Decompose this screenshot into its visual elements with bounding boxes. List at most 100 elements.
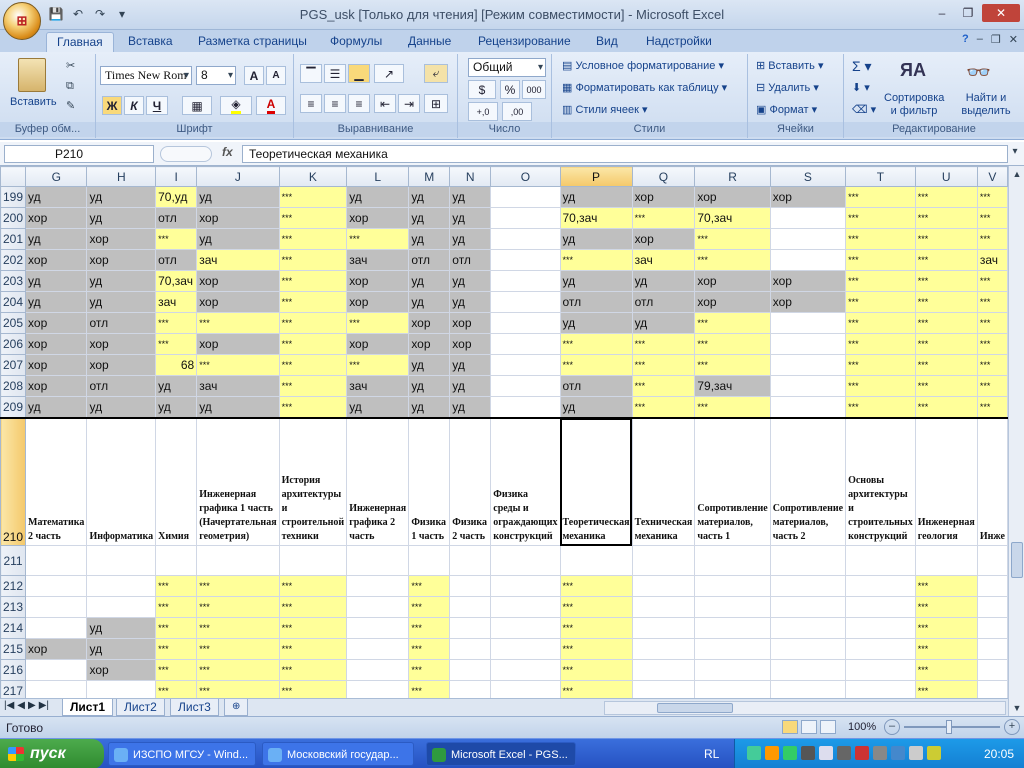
cell[interactable]: [845, 596, 916, 618]
sheet-tab-2[interactable]: Лист2: [116, 699, 165, 716]
align-top-button[interactable]: ▔: [300, 64, 322, 83]
cell[interactable]: уд: [155, 375, 198, 397]
align-right-button[interactable]: ≡: [348, 94, 370, 113]
formula-expand-handle[interactable]: [160, 146, 212, 162]
clear-button[interactable]: ⌫ ▾: [852, 102, 876, 118]
cell[interactable]: отл: [86, 375, 157, 397]
format-painter-icon[interactable]: ✎: [66, 98, 75, 114]
cell[interactable]: [631, 659, 696, 681]
cell[interactable]: ***: [845, 354, 916, 376]
bold-button[interactable]: Ж: [102, 96, 122, 115]
cell[interactable]: ***: [914, 312, 978, 334]
cell[interactable]: хор: [346, 333, 410, 355]
copy-icon[interactable]: ⧉: [66, 78, 74, 94]
column-header-l[interactable]: L: [346, 166, 410, 187]
tab-page-layout[interactable]: Разметка страницы: [188, 32, 317, 52]
cell[interactable]: хор: [346, 270, 410, 292]
tray-icon[interactable]: [747, 746, 761, 760]
cell[interactable]: 79,зач: [694, 375, 771, 397]
cell[interactable]: ***: [408, 617, 451, 639]
cell[interactable]: ***: [155, 312, 198, 334]
cell[interactable]: ***: [976, 333, 1008, 355]
cell[interactable]: [769, 638, 847, 660]
cell[interactable]: ***: [845, 186, 916, 208]
cell[interactable]: отл: [559, 375, 633, 397]
cell[interactable]: уд: [408, 396, 451, 418]
cell[interactable]: хор: [25, 354, 88, 376]
cell[interactable]: хор: [449, 312, 492, 334]
font-name-combo[interactable]: Times New Rom: [100, 66, 192, 85]
cell[interactable]: [845, 617, 916, 639]
cell[interactable]: ***: [845, 375, 916, 397]
subject-header-cell[interactable]: Сопротивление материалов, часть 1: [694, 416, 771, 546]
cell[interactable]: [694, 659, 771, 681]
cell[interactable]: уд: [408, 228, 451, 250]
cell[interactable]: [769, 545, 847, 576]
tray-icon[interactable]: [801, 746, 815, 760]
column-header-g[interactable]: G: [25, 166, 88, 187]
cell[interactable]: хор: [408, 312, 451, 334]
cell[interactable]: ***: [845, 396, 916, 418]
cell[interactable]: [490, 207, 561, 229]
cell[interactable]: хор: [769, 270, 847, 292]
cell[interactable]: ***: [196, 617, 280, 639]
cell[interactable]: [490, 270, 561, 292]
cell[interactable]: уд: [408, 186, 451, 208]
row-header[interactable]: 204: [0, 291, 27, 313]
taskbar-item-ie-1[interactable]: ИЗСПО МГСУ - Wind...: [108, 742, 256, 766]
cell[interactable]: [490, 186, 561, 208]
cell[interactable]: уд: [408, 375, 451, 397]
cell[interactable]: хор: [694, 186, 771, 208]
cell[interactable]: хор: [769, 186, 847, 208]
cell[interactable]: отл: [155, 207, 198, 229]
cell[interactable]: [490, 545, 561, 576]
cell[interactable]: уд: [631, 312, 696, 334]
formula-input[interactable]: Теоретическая механика: [242, 145, 1008, 163]
cell[interactable]: уд: [86, 270, 157, 292]
column-header-i[interactable]: I: [155, 166, 198, 187]
cell[interactable]: ***: [976, 354, 1008, 376]
cell[interactable]: ***: [408, 575, 451, 597]
last-sheet-icon[interactable]: ▶|: [39, 700, 49, 711]
number-format-combo[interactable]: Общий: [468, 58, 546, 77]
cell[interactable]: [845, 638, 916, 660]
cell[interactable]: ***: [914, 575, 978, 597]
cell[interactable]: [769, 375, 847, 397]
cell[interactable]: уд: [196, 228, 280, 250]
cell[interactable]: [976, 596, 1008, 618]
language-indicator[interactable]: RL: [704, 747, 719, 761]
horizontal-scroll-thumb[interactable]: [657, 703, 733, 713]
cell[interactable]: [976, 680, 1008, 698]
cell[interactable]: ***: [408, 680, 451, 698]
tab-data[interactable]: Данные: [398, 32, 461, 52]
row-header[interactable]: 214: [0, 617, 27, 639]
cell[interactable]: ***: [976, 291, 1008, 313]
grow-font-button[interactable]: A: [244, 66, 264, 85]
cell[interactable]: ***: [914, 291, 978, 313]
select-all-corner[interactable]: [0, 166, 27, 187]
cell[interactable]: ***: [155, 228, 198, 250]
cell[interactable]: уд: [86, 207, 157, 229]
cell[interactable]: ***: [845, 291, 916, 313]
subject-header-cell[interactable]: Физика 1 часть: [408, 416, 451, 546]
vertical-scrollbar[interactable]: ▲ ▼: [1008, 166, 1024, 716]
cell[interactable]: [631, 596, 696, 618]
cell[interactable]: ***: [559, 617, 633, 639]
first-sheet-icon[interactable]: |◀: [4, 700, 14, 711]
cell[interactable]: ***: [278, 659, 348, 681]
cell[interactable]: [490, 228, 561, 250]
cell[interactable]: [490, 617, 561, 639]
cell[interactable]: ***: [631, 396, 696, 418]
cell[interactable]: хор: [86, 333, 157, 355]
cell[interactable]: [631, 638, 696, 660]
cell[interactable]: [845, 680, 916, 698]
format-as-table-button[interactable]: ▦ Форматировать как таблицу ▾: [562, 80, 727, 96]
cell[interactable]: ***: [694, 312, 771, 334]
cell[interactable]: [490, 291, 561, 313]
cell[interactable]: уд: [25, 270, 88, 292]
find-select-button[interactable]: Найти и выделить: [954, 92, 1018, 118]
column-header-j[interactable]: J: [196, 166, 280, 187]
subject-header-cell[interactable]: Инженерная графика 1 часть (Начертательн…: [196, 416, 280, 546]
tray-icon[interactable]: [783, 746, 797, 760]
cell[interactable]: ***: [976, 396, 1008, 418]
